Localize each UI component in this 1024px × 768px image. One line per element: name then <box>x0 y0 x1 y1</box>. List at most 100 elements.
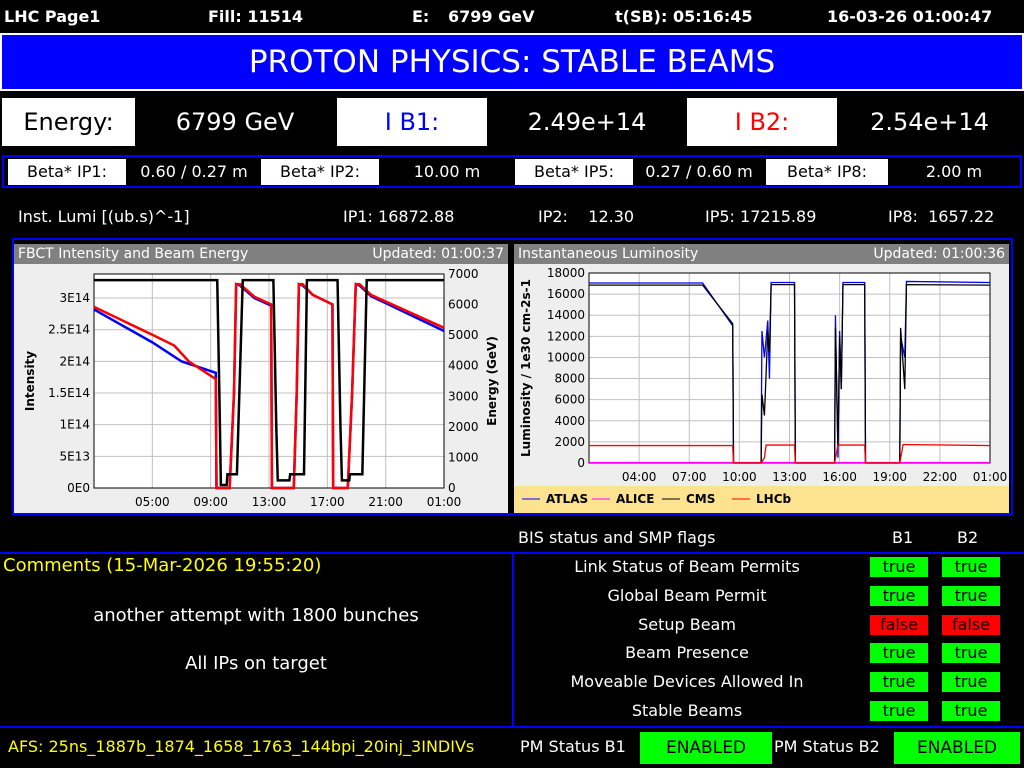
flag-b2-value: true <box>942 672 1000 693</box>
x-tick-label: 05:00 <box>135 495 170 509</box>
beta-star-row: Beta* IP1: 0.60 / 0.27 m Beta* IP2: 10.0… <box>2 155 1022 188</box>
y-tick-label: 8000 <box>554 372 585 386</box>
y2-tick-label: 4000 <box>448 359 479 373</box>
x-tick-label: 10:00 <box>722 470 757 484</box>
x-tick-label: 13:00 <box>772 470 807 484</box>
flag-b1-value: true <box>870 701 928 721</box>
beam-mode-banner: PROTON PHYSICS: STABLE BEAMS <box>0 33 1024 91</box>
legend-label: LHCb <box>756 492 791 506</box>
flag-name: Global Beam Permit <box>607 585 767 605</box>
flag-name: Beam Presence <box>625 643 749 663</box>
y-tick-label: 4000 <box>554 414 585 428</box>
energy-label: E: <box>412 7 430 26</box>
bis-b2-header: B2 <box>957 528 979 547</box>
y-axis-label: Luminosity / 1e30 cm-2s-1 <box>519 279 533 457</box>
bis-b1-header: B1 <box>892 528 914 547</box>
x-tick-label: 16:00 <box>822 470 857 484</box>
ib2-label: I B2: <box>687 98 837 146</box>
lumi-ip8: IP8: 1657.22 <box>888 207 995 226</box>
y2-tick-label: 0 <box>448 481 456 495</box>
lumi-chart: 04:00 07:00 10:00 13:00 16:00 19:00 22:00 01:00… <box>514 266 1009 513</box>
y-tick-label: 2E14 <box>60 354 91 368</box>
pm-b1-label: PM Status B1 <box>520 737 626 756</box>
energy-value: 6799 GeV <box>175 108 295 136</box>
y-tick-label: 14000 <box>547 308 585 322</box>
lumi-ip1: IP1: 16872.88 <box>343 207 455 226</box>
lumi-chart-panel: Instantaneous Luminosity Updated: 01:00:3… <box>514 244 1009 513</box>
x-tick-label: 01:00 <box>973 470 1008 484</box>
beta-ip1-label: Beta* IP1: <box>8 159 126 185</box>
legend-label: CMS <box>686 492 715 506</box>
beta-ip5-value: 0.27 / 0.60 m <box>645 162 753 181</box>
y-tick-label: 16000 <box>547 287 585 301</box>
bis-title: BIS status and SMP flags <box>518 528 716 547</box>
comments-title: Comments (15-Mar-2026 19:55:20) <box>3 555 322 576</box>
y-tick-label: 1.5E14 <box>48 386 90 400</box>
beta-ip8-value: 2.00 m <box>925 162 983 181</box>
y-tick-label: 12000 <box>547 329 585 343</box>
lumi-ip5: IP5: 17215.89 <box>705 207 817 226</box>
fbct-chart-panel: FBCT Intensity and Beam Energy Updated: 0… <box>14 244 508 513</box>
beta-ip5-label: Beta* IP5: <box>515 159 633 185</box>
chart-title: FBCT Intensity and Beam Energy <box>18 246 249 262</box>
beta-ip2-value: 10.00 m <box>413 162 481 181</box>
chart-title: Instantaneous Luminosity <box>518 246 699 262</box>
y2-tick-label: 3000 <box>448 389 479 403</box>
flag-b2-value: true <box>942 701 1000 721</box>
x-tick-label: 17:00 <box>310 495 345 509</box>
beta-ip8-label: Beta* IP8: <box>766 159 888 185</box>
legend-label: ATLAS <box>546 492 588 506</box>
page-title: LHC Page1 <box>4 7 101 26</box>
flag-b1-value: true <box>870 557 928 577</box>
lumi-label: Inst. Lumi [(ub.s)^-1] <box>18 207 190 226</box>
pm-b1-status: ENABLED <box>640 732 772 764</box>
flag-b2-value: true <box>942 585 1000 606</box>
ib2-value: 2.54e+14 <box>870 108 989 136</box>
flag-name: Setup Beam <box>638 614 736 634</box>
flag-b2-value: true <box>942 557 1000 577</box>
y-tick-label: 1E14 <box>60 418 91 432</box>
pm-b2-status: ENABLED <box>894 732 1020 764</box>
time-stable-beams: t(SB): 05:16:45 <box>615 7 753 26</box>
flag-b1-value: false <box>870 614 928 635</box>
y-tick-label: 5E13 <box>60 449 91 463</box>
y2-tick-label: 7000 <box>448 267 479 281</box>
comment-line: another attempt with 1800 bunches <box>93 605 419 626</box>
x-tick-label: 01:00 <box>427 495 462 509</box>
flag-name: Link Status of Beam Permits <box>574 557 800 576</box>
ib1-value: 2.49e+14 <box>527 108 647 136</box>
flag-b1-value: true <box>870 585 928 606</box>
y-tick-label: 2000 <box>554 435 585 449</box>
y2-tick-label: 2000 <box>448 420 479 434</box>
beta-ip2-label: Beta* IP2: <box>261 159 379 185</box>
ib1-label: I B1: <box>337 98 487 146</box>
flag-b1-value: true <box>870 643 928 664</box>
flag-b2-value: true <box>942 643 1000 664</box>
legend-label: ALICE <box>616 492 654 506</box>
fill-number: Fill: 11514 <box>208 7 304 26</box>
flag-b2-value: false <box>942 614 1000 635</box>
y2-tick-label: 5000 <box>448 328 479 342</box>
y-tick-label: 3E14 <box>60 291 91 305</box>
y-axis-label: Intensity <box>23 351 37 411</box>
beta-ip1-value: 0.60 / 0.27 m <box>140 162 248 181</box>
flag-name: Stable Beams <box>631 701 743 720</box>
energy-label: Energy: <box>2 98 135 146</box>
y-tick-label: 2.5E14 <box>48 323 90 337</box>
afs-filling-scheme: AFS: 25ns_1887b_1874_1658_1763_144bpi_20… <box>8 737 475 756</box>
y-tick-label: 0E0 <box>67 481 90 495</box>
chart-updated: Updated: 01:00:37 <box>372 246 504 262</box>
y-tick-label: 18000 <box>547 266 585 280</box>
y2-axis-label: Energy (GeV) <box>485 336 499 426</box>
charts-container: FBCT Intensity and Beam Energy Updated: 0… <box>12 238 1013 515</box>
x-tick-label: 07:00 <box>672 470 707 484</box>
y-tick-label: 0 <box>577 456 585 470</box>
x-tick-label: 19:00 <box>872 470 907 484</box>
datetime: 16-03-26 01:00:47 <box>827 7 993 26</box>
y-tick-label: 6000 <box>554 393 585 407</box>
energy-value: 6799 GeV <box>448 7 535 26</box>
lumi-ip2: IP2: 12.30 <box>538 207 635 226</box>
x-tick-label: 22:00 <box>923 470 958 484</box>
x-tick-label: 13:00 <box>252 495 287 509</box>
x-tick-label: 21:00 <box>368 495 403 509</box>
